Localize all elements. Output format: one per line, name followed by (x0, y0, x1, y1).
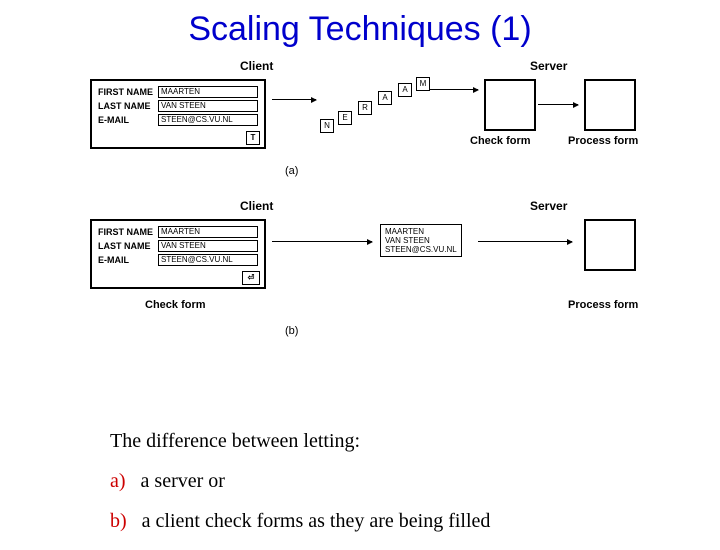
lbl-process-form-a: Process form (568, 135, 638, 147)
val-first-name-b: MAARTEN (158, 226, 258, 238)
slide-title: Scaling Techniques (1) (0, 10, 720, 49)
arrow-a-out (272, 99, 316, 100)
process-box-b (584, 219, 636, 271)
letter-N: N (320, 119, 334, 133)
label-client-a: Client (240, 59, 273, 73)
lbl-first-name-b: FIRST NAME (98, 227, 158, 237)
lbl-email-a: E-MAIL (98, 115, 158, 125)
packet-line1: MAARTEN (385, 227, 457, 236)
label-client-b: Client (240, 199, 273, 213)
sub-b: (b) (285, 325, 298, 337)
diagram: Client Server FIRST NAME MAARTEN LAST NA… (90, 59, 680, 399)
packet-line2: VAN STEEN (385, 236, 457, 245)
lbl-email-b: E-MAIL (98, 255, 158, 265)
caption-b-prefix: b) (110, 510, 127, 532)
val-email-a: STEEN@CS.VU.NL (158, 114, 258, 126)
caret-box-a: T (246, 131, 260, 145)
lbl-process-form-b: Process form (568, 299, 638, 311)
val-last-name-b: VAN STEEN (158, 240, 258, 252)
letter-E: E (338, 111, 352, 125)
arrow-b-to-process (478, 241, 572, 242)
process-box-a (584, 79, 636, 131)
val-first-name-a: MAARTEN (158, 86, 258, 98)
arrow-b-out (272, 241, 372, 242)
label-server-b: Server (530, 199, 567, 213)
lbl-first-name-a: FIRST NAME (98, 87, 158, 97)
letter-R: R (358, 101, 372, 115)
form-box-b: FIRST NAME MAARTEN LAST NAME VAN STEEN E… (90, 219, 266, 289)
caption-a-prefix: a) (110, 470, 126, 492)
check-box-a (484, 79, 536, 131)
letter-A: A (378, 91, 392, 105)
lbl-last-name-a: LAST NAME (98, 101, 158, 111)
lbl-last-name-b: LAST NAME (98, 241, 158, 251)
arrow-a-to-check (430, 89, 478, 90)
val-email-b: STEEN@CS.VU.NL (158, 254, 258, 266)
sub-a: (a) (285, 165, 298, 177)
caret-box-b: ⏎ (242, 271, 260, 285)
letter-A2: A (398, 83, 412, 97)
packet-b: MAARTEN VAN STEEN STEEN@CS.VU.NL (380, 224, 462, 257)
lbl-check-form-a: Check form (470, 135, 531, 147)
label-server-a: Server (530, 59, 567, 73)
packet-line3: STEEN@CS.VU.NL (385, 245, 457, 254)
arrow-a-check-to-process (538, 104, 578, 105)
lbl-check-form-b: Check form (145, 299, 206, 311)
caption-intro: The difference between letting: (110, 430, 360, 453)
letter-M: M (416, 77, 430, 91)
caption-a-text: a server or (141, 470, 225, 492)
caption-b-text: a client check forms as they are being f… (142, 510, 491, 532)
form-box-a: FIRST NAME MAARTEN LAST NAME VAN STEEN E… (90, 79, 266, 149)
val-last-name-a: VAN STEEN (158, 100, 258, 112)
